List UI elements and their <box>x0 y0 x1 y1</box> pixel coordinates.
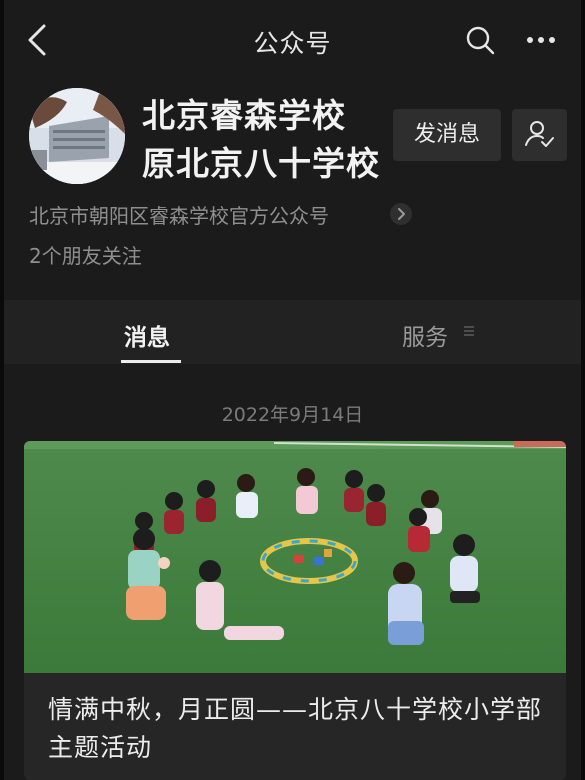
account-name-line1: 北京睿森学校 <box>142 96 346 135</box>
person-check-icon <box>525 121 554 147</box>
more-dots-icon[interactable] <box>524 26 558 54</box>
account-name-line2: 原北京八十学校 <box>142 144 380 183</box>
friends-following-count[interactable]: 2个朋友关注 <box>29 240 142 269</box>
feed-date-separator: 2022年9月14日 <box>221 404 364 426</box>
article-title[interactable]: 情满中秋，月正圆——北京八十学校小学部主题活动 <box>48 691 548 767</box>
official-account-page: 公众号 北京睿森学校 原北京八十学校 发消息 北京市朝阳区睿森学校官方公众号 2… <box>4 0 581 780</box>
account-name: 北京睿森学校 原北京八十学校 <box>142 92 380 188</box>
follow-status-button[interactable] <box>512 109 567 161</box>
account-avatar[interactable] <box>29 88 125 184</box>
screen-edge-right <box>581 0 585 780</box>
article-card[interactable]: 情满中秋，月正圆——北京八十学校小学部主题活动 <box>24 441 566 780</box>
chevron-right-icon[interactable] <box>390 203 412 225</box>
menu-lines-icon <box>464 326 474 336</box>
send-message-button[interactable]: 发消息 <box>393 109 501 161</box>
account-description[interactable]: 北京市朝阳区睿森学校官方公众号 <box>29 200 329 229</box>
tab-services[interactable]: 服务 <box>402 318 448 352</box>
search-icon[interactable] <box>464 24 496 56</box>
tab-bar: 消息 服务 <box>4 300 581 364</box>
article-cover-photo[interactable] <box>24 441 566 673</box>
active-tab-indicator <box>121 360 181 363</box>
tab-messages[interactable]: 消息 <box>124 318 170 352</box>
top-nav-bar: 公众号 <box>4 0 581 82</box>
